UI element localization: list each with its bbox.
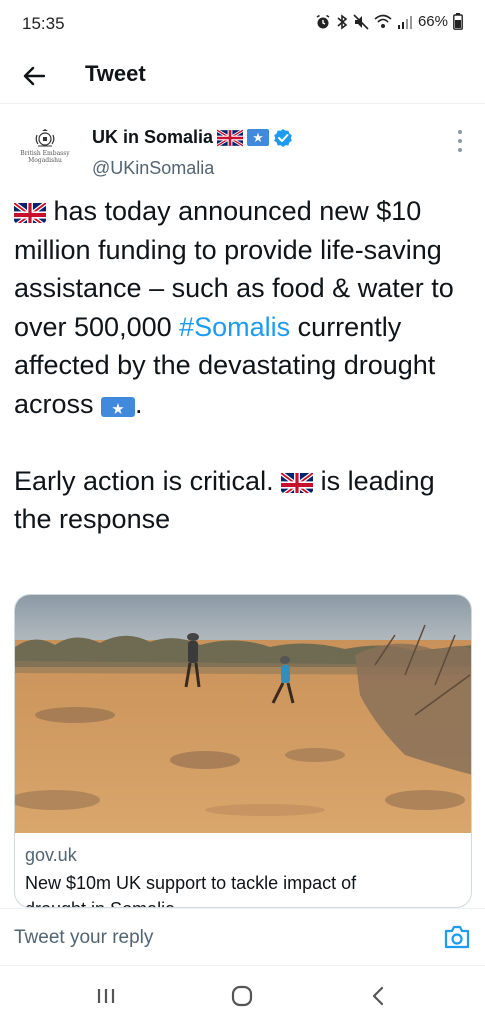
card-title: New $10m UK support to tackle impact of <box>25 873 357 893</box>
royal-crest-icon <box>35 129 55 147</box>
hashtag-link[interactable]: #Somalis <box>179 312 290 342</box>
verified-badge-icon <box>274 128 292 147</box>
home-icon[interactable] <box>228 984 256 1008</box>
top-app-bar: Tweet <box>0 48 485 104</box>
recent-apps-icon[interactable] <box>92 984 120 1008</box>
card-title-overflow: drought in Somalia <box>25 897 465 907</box>
battery-percent: 66% <box>417 13 448 30</box>
camera-icon[interactable] <box>443 924 471 950</box>
alarm-icon <box>316 14 330 28</box>
somalia-flag-icon <box>101 393 136 417</box>
page-title: Tweet <box>85 61 146 86</box>
status-time: 15:35 <box>22 14 65 33</box>
tweet-paragraph-2: Early action is critical. is leading the… <box>14 462 474 539</box>
more-options-icon[interactable] <box>455 130 465 152</box>
card-domain: gov.uk <box>25 845 77 865</box>
reply-input[interactable]: Tweet your reply <box>14 927 153 949</box>
drought-photo <box>15 595 471 833</box>
author-name[interactable]: UK in Somalia <box>92 127 213 148</box>
uk-flag-icon <box>281 469 314 493</box>
author-handle[interactable]: @UKinSomalia <box>92 158 214 179</box>
uk-flag-icon <box>14 199 46 223</box>
tweet-text-part-3: Early action is critical. <box>14 465 282 496</box>
signal-icon <box>397 15 412 29</box>
tweet-text-end: . <box>135 388 143 419</box>
avatar[interactable]: British Embassy Mogadishu <box>14 128 76 180</box>
tweet-text: has today announced new $10 million fund… <box>14 192 474 539</box>
system-nav-bar <box>0 966 485 1024</box>
tweet-author: British Embassy Mogadishu UK in Somalia … <box>0 118 485 188</box>
battery-icon <box>453 13 463 30</box>
author-name-row[interactable]: UK in Somalia <box>92 127 293 148</box>
avatar-text-line1: British Embassy <box>20 150 70 157</box>
reply-bar: Tweet your reply <box>0 908 485 966</box>
tweet-paragraph-1: has today announced new $10 million fund… <box>14 192 474 423</box>
bluetooth-icon <box>337 13 348 30</box>
wifi-icon <box>374 14 392 28</box>
status-icons: 66% <box>315 13 463 30</box>
status-bar: 15:35 66% <box>0 0 485 48</box>
card-title-overflow-text: drought in Somalia <box>25 899 175 907</box>
somalia-flag-icon <box>247 129 270 146</box>
back-icon[interactable] <box>364 984 392 1008</box>
back-arrow-icon[interactable] <box>18 60 50 92</box>
link-preview-card[interactable]: gov.uk New $10m UK support to tackle imp… <box>14 594 472 908</box>
uk-flag-icon <box>217 128 244 147</box>
avatar-text-line2: Mogadishu <box>28 157 62 164</box>
mute-icon <box>353 13 369 30</box>
